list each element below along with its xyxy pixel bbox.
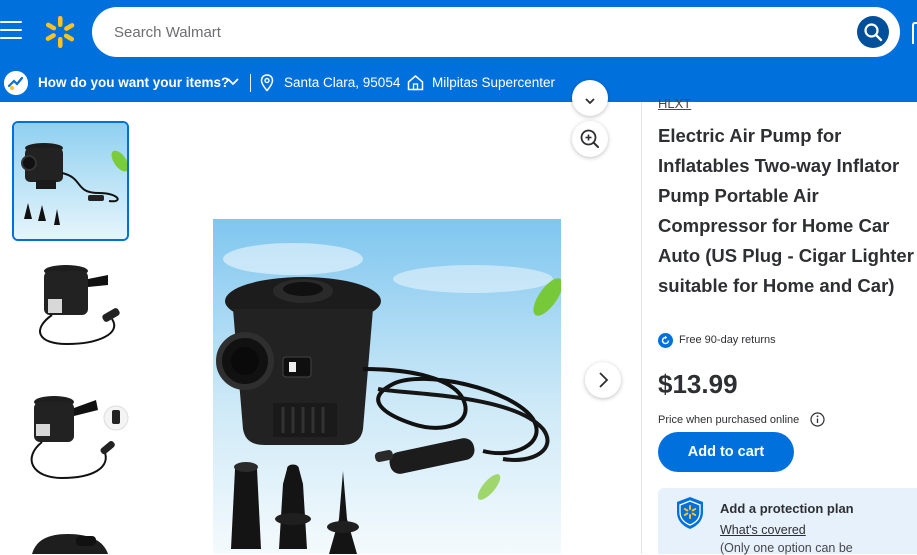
air-pump-thumb-1 bbox=[14, 123, 127, 239]
location-label[interactable]: Santa Clara, 95054 bbox=[284, 75, 400, 90]
gallery-thumbnail-4[interactable] bbox=[12, 506, 129, 554]
protection-plan-note: (Only one option can be bbox=[720, 541, 853, 555]
gallery-thumbnail-2[interactable] bbox=[12, 249, 129, 369]
air-pump-thumb-4 bbox=[12, 506, 129, 554]
chevron-down-icon bbox=[585, 98, 595, 105]
search-input[interactable] bbox=[114, 20, 814, 44]
whats-covered-link[interactable]: What's covered bbox=[720, 523, 806, 537]
main-product-image[interactable] bbox=[213, 219, 561, 554]
air-pump-main-image bbox=[213, 219, 561, 554]
gallery-thumbnail-1[interactable] bbox=[12, 121, 129, 241]
gallery-next-button[interactable] bbox=[585, 362, 621, 398]
location-pin-icon bbox=[260, 74, 274, 92]
search-button[interactable] bbox=[857, 16, 889, 48]
air-pump-thumb-2 bbox=[12, 249, 129, 369]
zoom-in-icon bbox=[580, 129, 599, 148]
spark-logo-icon[interactable] bbox=[44, 16, 76, 48]
product-title: Electric Air Pump for Inflatables Two-wa… bbox=[658, 125, 914, 296]
protection-plan-title: Add a protection plan bbox=[720, 501, 854, 516]
protection-plan-panel: Add a protection plan What's covered (On… bbox=[658, 488, 917, 555]
next-arrow-icon bbox=[599, 372, 609, 388]
divider bbox=[641, 102, 642, 554]
header-bar bbox=[0, 0, 917, 64]
search-bar bbox=[92, 7, 900, 57]
gallery-scroll-up-button[interactable] bbox=[572, 80, 608, 116]
add-to-cart-button[interactable]: Add to cart bbox=[658, 432, 794, 472]
price-note: Price when purchased online bbox=[658, 414, 800, 426]
cart-icon-edge[interactable] bbox=[912, 22, 917, 44]
store-label[interactable]: Milpitas Supercenter bbox=[432, 75, 555, 90]
delivery-intent-icon bbox=[4, 71, 28, 95]
brand-link[interactable]: HLXT bbox=[658, 96, 691, 111]
search-icon bbox=[864, 23, 883, 42]
returns-label: Free 90-day returns bbox=[679, 334, 776, 346]
menu-icon[interactable] bbox=[0, 21, 22, 41]
fulfillment-bar: How do you want your items? Santa Clara,… bbox=[0, 64, 917, 102]
store-icon bbox=[407, 75, 424, 91]
divider bbox=[250, 74, 251, 92]
shield-icon bbox=[677, 497, 703, 529]
fulfillment-intent-label[interactable]: How do you want your items? bbox=[38, 75, 229, 90]
chevron-down-icon[interactable] bbox=[226, 77, 240, 87]
air-pump-thumb-3 bbox=[12, 378, 129, 498]
gallery-thumbnail-3[interactable] bbox=[12, 378, 129, 498]
zoom-button[interactable] bbox=[572, 121, 608, 157]
price: $13.99 bbox=[658, 369, 738, 399]
returns-icon bbox=[658, 333, 673, 348]
info-icon[interactable] bbox=[810, 412, 825, 427]
